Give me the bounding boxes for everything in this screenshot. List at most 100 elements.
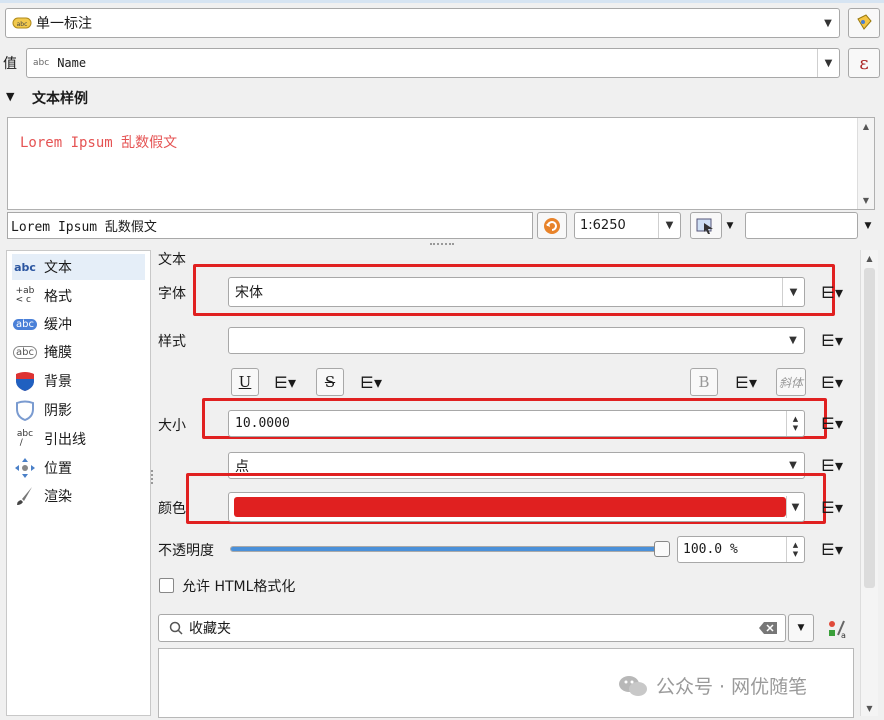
opacity-spinbox[interactable]: 100.0 % ▲ ▼: [677, 536, 805, 563]
sidebar-item-background[interactable]: 背景: [12, 368, 72, 394]
style-manager-icon: a: [826, 617, 848, 639]
data-defined-override-icon: ⋿▾: [821, 282, 843, 302]
sidebar-item-label: 掩膜: [44, 345, 72, 361]
data-defined-override-icon: ⋿▾: [735, 372, 757, 392]
data-defined-override-icon: ⋿▾: [821, 539, 843, 559]
text-sample-header[interactable]: 文本样例: [32, 88, 88, 108]
data-defined-override-icon: ⋿▾: [821, 372, 843, 392]
background-color-picker[interactable]: [745, 212, 858, 239]
opacity-slider-handle[interactable]: [654, 541, 670, 557]
auto-placement-button[interactable]: [848, 8, 880, 38]
bold-button[interactable]: B: [690, 368, 718, 396]
chevron-down-icon[interactable]: ▼: [860, 212, 876, 239]
opacity-value: 100.0 %: [683, 542, 738, 557]
data-defined-color-button[interactable]: ⋿▾: [817, 494, 847, 520]
spin-arrows-icon[interactable]: ▲ ▼: [786, 537, 804, 562]
chevron-down-icon[interactable]: ▼: [817, 49, 839, 77]
map-canvas-scale-button[interactable]: [690, 212, 722, 239]
watermark: 公众号 · 网优随笔: [618, 672, 807, 699]
splitter-handle[interactable]: [430, 243, 454, 246]
clear-search-icon[interactable]: [759, 622, 777, 634]
chevron-down-icon[interactable]: ▼: [782, 278, 804, 306]
sidebar-item-mask[interactable]: abc 掩膜: [12, 339, 72, 365]
spin-arrows-icon[interactable]: ▲ ▼: [786, 411, 804, 436]
strikeout-button[interactable]: S: [316, 368, 344, 396]
reset-sample-button[interactable]: [537, 212, 567, 239]
color-label: 颜色: [158, 501, 186, 517]
chevron-down-icon[interactable]: ▼: [658, 213, 680, 238]
italic-button[interactable]: 斜体: [776, 368, 806, 396]
text-color-button[interactable]: ▼: [228, 492, 805, 522]
svg-text:abc: abc: [17, 21, 28, 28]
sidebar-item-label: 位置: [44, 461, 72, 477]
expression-button[interactable]: ε: [848, 48, 880, 78]
underline-button[interactable]: U: [231, 368, 259, 396]
opacity-slider-track[interactable]: [230, 546, 668, 552]
sidebar-item-label: 背景: [44, 374, 72, 390]
scroll-down-icon[interactable]: ▼: [858, 192, 874, 208]
scale-combo[interactable]: 1:6250 ▼: [574, 212, 681, 239]
single-label-icon: abc: [12, 16, 32, 30]
scroll-down-icon[interactable]: ▼: [861, 700, 878, 716]
italic-label: 斜体: [778, 375, 803, 390]
data-defined-italic-button[interactable]: ⋿▾: [817, 369, 847, 395]
chevron-down-icon[interactable]: ▼: [722, 212, 738, 239]
panel-scrollbar[interactable]: ▲ ▼: [860, 250, 878, 716]
scroll-up-icon[interactable]: ▲: [858, 118, 874, 134]
value-field-combo[interactable]: abc Name ▼: [26, 48, 840, 78]
data-defined-underline-button[interactable]: ⋿▾: [270, 369, 300, 395]
sidebar-item-buffer[interactable]: abc 缓冲: [12, 311, 72, 337]
size-label: 大小: [158, 418, 186, 434]
chevron-down-icon: ▼: [797, 623, 805, 633]
sidebar-item-format[interactable]: +ab < c 格式: [12, 283, 72, 309]
style-manager-button[interactable]: a: [825, 616, 849, 640]
data-defined-override-icon: ⋿▾: [821, 330, 843, 350]
scrollbar-thumb[interactable]: [864, 268, 875, 588]
chevron-down-icon[interactable]: ▼: [817, 9, 839, 37]
data-defined-bold-button[interactable]: ⋿▾: [731, 369, 761, 395]
sample-text-input[interactable]: Lorem Ipsum 乱数假文: [7, 212, 533, 239]
collapse-triangle-icon[interactable]: ▼: [6, 90, 14, 103]
label-mode-value: 单一标注: [36, 16, 92, 32]
data-defined-font-button[interactable]: ⋿▾: [817, 279, 847, 305]
font-size-spinbox[interactable]: 10.0000 ▲ ▼: [228, 410, 805, 437]
chevron-down-icon[interactable]: ▼: [782, 328, 804, 353]
label-mode-combo[interactable]: abc 单一标注 ▼: [5, 8, 840, 38]
sidebar-splitter[interactable]: [151, 470, 154, 484]
strikeout-label: S: [324, 373, 336, 391]
shadow-icon: [12, 399, 38, 421]
data-defined-size-button[interactable]: ⋿▾: [817, 410, 847, 436]
scroll-up-icon[interactable]: ▲: [861, 250, 878, 266]
background-shield-icon: [12, 370, 38, 392]
window-top-edge: [0, 0, 884, 3]
cursor-select-icon: [696, 217, 716, 235]
data-defined-style-button[interactable]: ⋿▾: [817, 327, 847, 353]
chevron-down-icon[interactable]: ▼: [786, 496, 804, 518]
sidebar-item-text[interactable]: abc 文本: [12, 254, 145, 280]
data-defined-opacity-button[interactable]: ⋿▾: [817, 536, 847, 562]
buffer-abc-icon: abc: [12, 313, 38, 335]
sidebar-item-placement[interactable]: 位置: [12, 455, 72, 481]
sidebar-item-label: 格式: [44, 289, 72, 305]
allow-html-checkbox[interactable]: [159, 578, 174, 593]
style-label: 样式: [158, 334, 186, 350]
search-filter-dropdown[interactable]: ▼: [788, 614, 814, 642]
data-defined-strikeout-button[interactable]: ⋿▾: [356, 369, 386, 395]
sidebar-item-callout[interactable]: abc / 引出线: [12, 426, 86, 452]
value-label: 值: [3, 56, 17, 72]
sample-text-value: Lorem Ipsum 乱数假文: [11, 220, 157, 235]
preview-scrollbar[interactable]: ▲ ▼: [857, 118, 874, 209]
style-search-input[interactable]: 收藏夹: [158, 614, 786, 642]
sidebar-item-label: 渲染: [44, 489, 72, 505]
search-value: 收藏夹: [189, 621, 231, 637]
watermark-text: 公众号 · 网优随笔: [656, 676, 808, 698]
font-style-combo[interactable]: ▼: [228, 327, 805, 354]
sidebar-item-label: 缓冲: [44, 317, 72, 333]
undo-icon: [543, 217, 561, 235]
font-family-combo[interactable]: 宋体 ▼: [228, 277, 805, 307]
sidebar-item-shadow[interactable]: 阴影: [12, 397, 72, 423]
preview-text: Lorem Ipsum 乱数假文: [20, 135, 178, 151]
sidebar-panel: abc 文本 +ab < c 格式 abc 缓冲 abc 掩膜 背景 阴影 abc…: [6, 250, 151, 716]
sidebar-item-label: 引出线: [44, 432, 86, 448]
sidebar-item-rendering[interactable]: 渲染: [12, 483, 72, 509]
